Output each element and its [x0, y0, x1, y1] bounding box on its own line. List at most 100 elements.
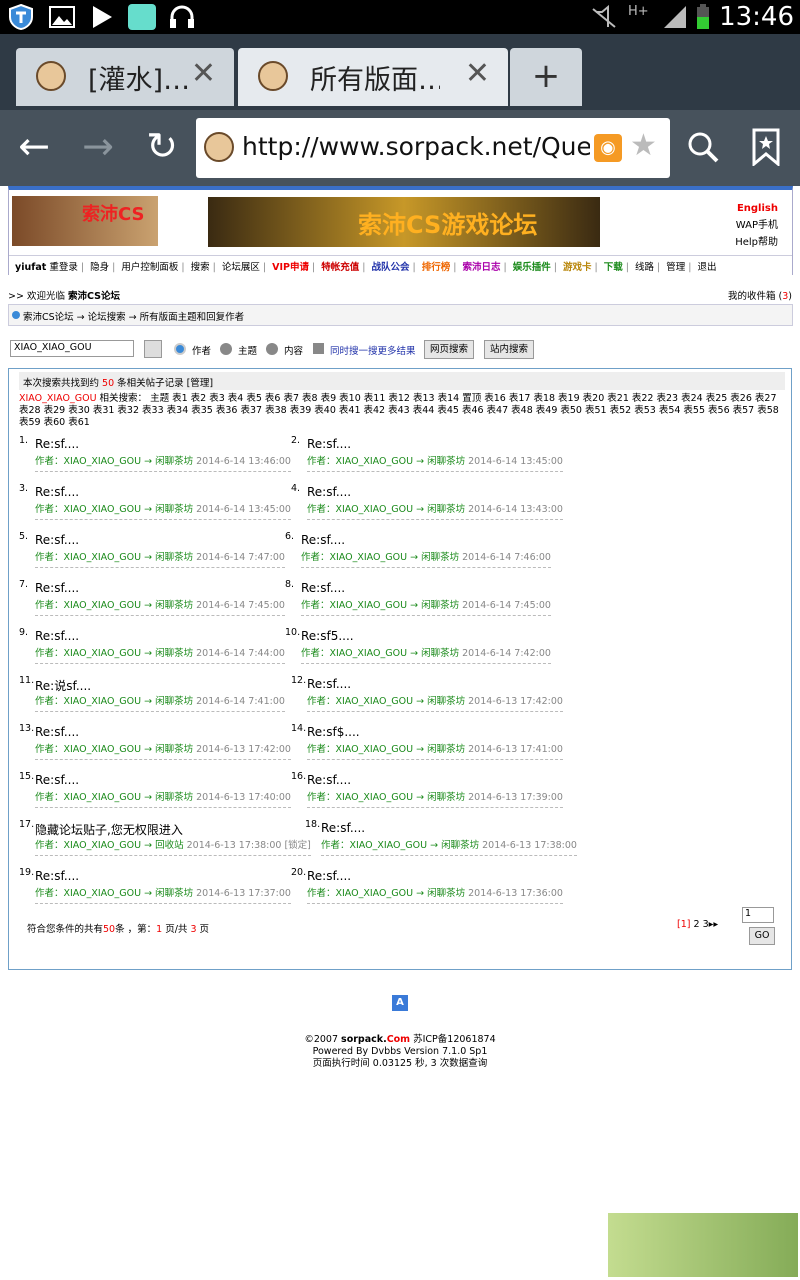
result-board[interactable]: 闲聊茶坊 [155, 456, 193, 467]
result-author[interactable]: 作者：XIAO_XIAO_GOU [307, 696, 413, 707]
result-board[interactable]: 闲聊茶坊 [427, 696, 465, 707]
menu-admin[interactable]: 管理 [666, 262, 685, 273]
breadcrumb-text[interactable]: 索沛CS论坛 → 论坛搜索 → 所有版面主题和回复作者 [23, 312, 244, 323]
result-author[interactable]: 作者：XIAO_XIAO_GOU [301, 552, 407, 563]
result-author[interactable]: 作者：XIAO_XIAO_GOU [307, 744, 413, 755]
result-author[interactable]: 作者：XIAO_XIAO_GOU [307, 888, 413, 899]
result-board[interactable]: 闲聊茶坊 [427, 744, 465, 755]
result-board[interactable]: 闲聊茶坊 [155, 792, 193, 803]
result-title[interactable]: Re:sf.... [307, 677, 351, 691]
page-current[interactable]: [1] [677, 919, 690, 930]
result-title[interactable]: Re:sf5.... [301, 629, 354, 643]
site-search-button[interactable]: 站内搜索 [484, 340, 534, 359]
menu-vip[interactable]: VIP申请 [272, 262, 309, 273]
menu-showroom[interactable]: 论坛展区 [222, 262, 260, 273]
copy-brand[interactable]: sorpack. [341, 1034, 387, 1045]
result-title[interactable]: Re:sf.... [301, 581, 345, 595]
close-tab-icon[interactable]: ✕ [465, 56, 490, 91]
result-board[interactable]: 闲聊茶坊 [427, 792, 465, 803]
result-title[interactable]: Re:sf.... [35, 485, 79, 499]
menu-plugins[interactable]: 娱乐插件 [513, 262, 551, 273]
menu-route[interactable]: 线路 [635, 262, 654, 273]
result-board[interactable]: 闲聊茶坊 [155, 744, 193, 755]
result-author[interactable]: 作者：XIAO_XIAO_GOU [35, 744, 141, 755]
menu-download[interactable]: 下载 [604, 262, 623, 273]
result-author[interactable]: 作者：XIAO_XIAO_GOU [35, 648, 141, 659]
english-link[interactable]: English [735, 200, 778, 217]
search-input[interactable]: XIAO_XIAO_GOU [10, 340, 134, 357]
menu-hide[interactable]: 隐身 [90, 262, 109, 273]
result-author[interactable]: 作者：XIAO_XIAO_GOU [321, 840, 427, 851]
more-results-checkbox[interactable] [313, 343, 324, 354]
result-title[interactable]: Re:sf.... [35, 869, 79, 883]
result-board[interactable]: 回收站 [155, 840, 184, 851]
menu-log[interactable]: 索沛日志 [462, 262, 500, 273]
goto-page-input[interactable]: 1 [742, 907, 774, 923]
more-results-label[interactable]: 同时搜一搜更多结果 [330, 343, 416, 357]
result-author[interactable]: 作者：XIAO_XIAO_GOU [35, 792, 141, 803]
result-board[interactable]: 闲聊茶坊 [155, 696, 193, 707]
search-dropdown-icon[interactable] [144, 340, 162, 358]
result-author[interactable]: 作者：XIAO_XIAO_GOU [35, 696, 141, 707]
result-board[interactable]: 闲聊茶坊 [155, 600, 193, 611]
result-title[interactable]: Re:sf.... [35, 533, 79, 547]
result-author[interactable]: 作者：XIAO_XIAO_GOU [301, 648, 407, 659]
result-board[interactable]: 闲聊茶坊 [427, 888, 465, 899]
search-icon[interactable] [686, 130, 720, 164]
result-author[interactable]: 作者：XIAO_XIAO_GOU [307, 792, 413, 803]
result-author[interactable]: 作者：XIAO_XIAO_GOU [35, 552, 141, 563]
result-author[interactable]: 作者：XIAO_XIAO_GOU [307, 456, 413, 467]
radio-content[interactable] [266, 343, 278, 355]
result-board[interactable]: 闲聊茶坊 [155, 888, 193, 899]
result-title[interactable]: Re:sf$.... [307, 725, 360, 739]
result-title[interactable]: Re:sf.... [307, 869, 351, 883]
forward-icon[interactable]: → [76, 124, 120, 168]
help-link[interactable]: Help帮助 [735, 234, 778, 251]
welcome-site[interactable]: 索沛CS论坛 [68, 291, 120, 302]
result-author[interactable]: 作者：XIAO_XIAO_GOU [35, 504, 141, 515]
next-page-icon[interactable]: ▸▸ [709, 919, 719, 930]
result-author[interactable]: 作者：XIAO_XIAO_GOU [35, 600, 141, 611]
reload-icon[interactable]: ↻ [140, 124, 184, 168]
result-author[interactable]: 作者：XIAO_XIAO_GOU [35, 840, 141, 851]
web-search-button[interactable]: 网页搜索 [424, 340, 474, 359]
result-title[interactable]: Re:sf.... [307, 437, 351, 451]
related-user[interactable]: XIAO_XIAO_GOU [19, 393, 97, 404]
tab-1[interactable]: [灌水]… ✕ [16, 48, 234, 106]
result-title[interactable]: Re:sf.... [301, 533, 345, 547]
result-title[interactable]: 隐藏论坛贴子,您无权限进入 [35, 821, 183, 838]
radio-topic[interactable] [220, 343, 232, 355]
tab-2-active[interactable]: 所有版面… ✕ [238, 48, 508, 106]
result-author[interactable]: 作者：XIAO_XIAO_GOU [35, 888, 141, 899]
result-board[interactable]: 闲聊茶坊 [155, 648, 193, 659]
menu-gamecard[interactable]: 游戏卡 [563, 262, 592, 273]
back-icon[interactable]: ← [12, 124, 56, 168]
menu-ucp[interactable]: 用户控制面板 [121, 262, 178, 273]
menu-recharge[interactable]: 特帐充值 [321, 262, 359, 273]
result-title[interactable]: Re:sf.... [321, 821, 365, 835]
url-bar[interactable]: http://www.sorpack.net/Query.a ◉ ★ [196, 118, 670, 178]
result-title[interactable]: Re:sf.... [35, 437, 79, 451]
menu-clan[interactable]: 战队公会 [371, 262, 409, 273]
site-banner[interactable]: 索沛CS游戏论坛 [208, 197, 600, 247]
goto-button[interactable]: GO [749, 927, 775, 945]
result-author[interactable]: 作者：XIAO_XIAO_GOU [307, 504, 413, 515]
bookmark-star-icon[interactable]: ★ [630, 128, 657, 163]
close-tab-icon[interactable]: ✕ [191, 56, 216, 91]
result-board[interactable]: 闲聊茶坊 [421, 552, 459, 563]
result-title[interactable]: Re:sf.... [35, 581, 79, 595]
result-title[interactable]: Re:sf.... [35, 773, 79, 787]
menu-relogin[interactable]: 重登录 [49, 262, 78, 273]
menu-ranking[interactable]: 排行榜 [422, 262, 451, 273]
result-author[interactable]: 作者：XIAO_XIAO_GOU [35, 456, 141, 467]
result-board[interactable]: 闲聊茶坊 [421, 600, 459, 611]
result-board[interactable]: 闲聊茶坊 [155, 552, 193, 563]
menu-username[interactable]: yiufat [15, 262, 46, 273]
result-title[interactable]: Re:sf.... [307, 773, 351, 787]
result-board[interactable]: 闲聊茶坊 [421, 648, 459, 659]
menu-search[interactable]: 搜索 [191, 262, 210, 273]
inbox-link[interactable]: 我的收件箱 (3) [728, 288, 792, 302]
new-tab-button[interactable]: + [510, 48, 582, 106]
result-title[interactable]: Re:sf.... [307, 485, 351, 499]
result-board[interactable]: 闲聊茶坊 [427, 504, 465, 515]
